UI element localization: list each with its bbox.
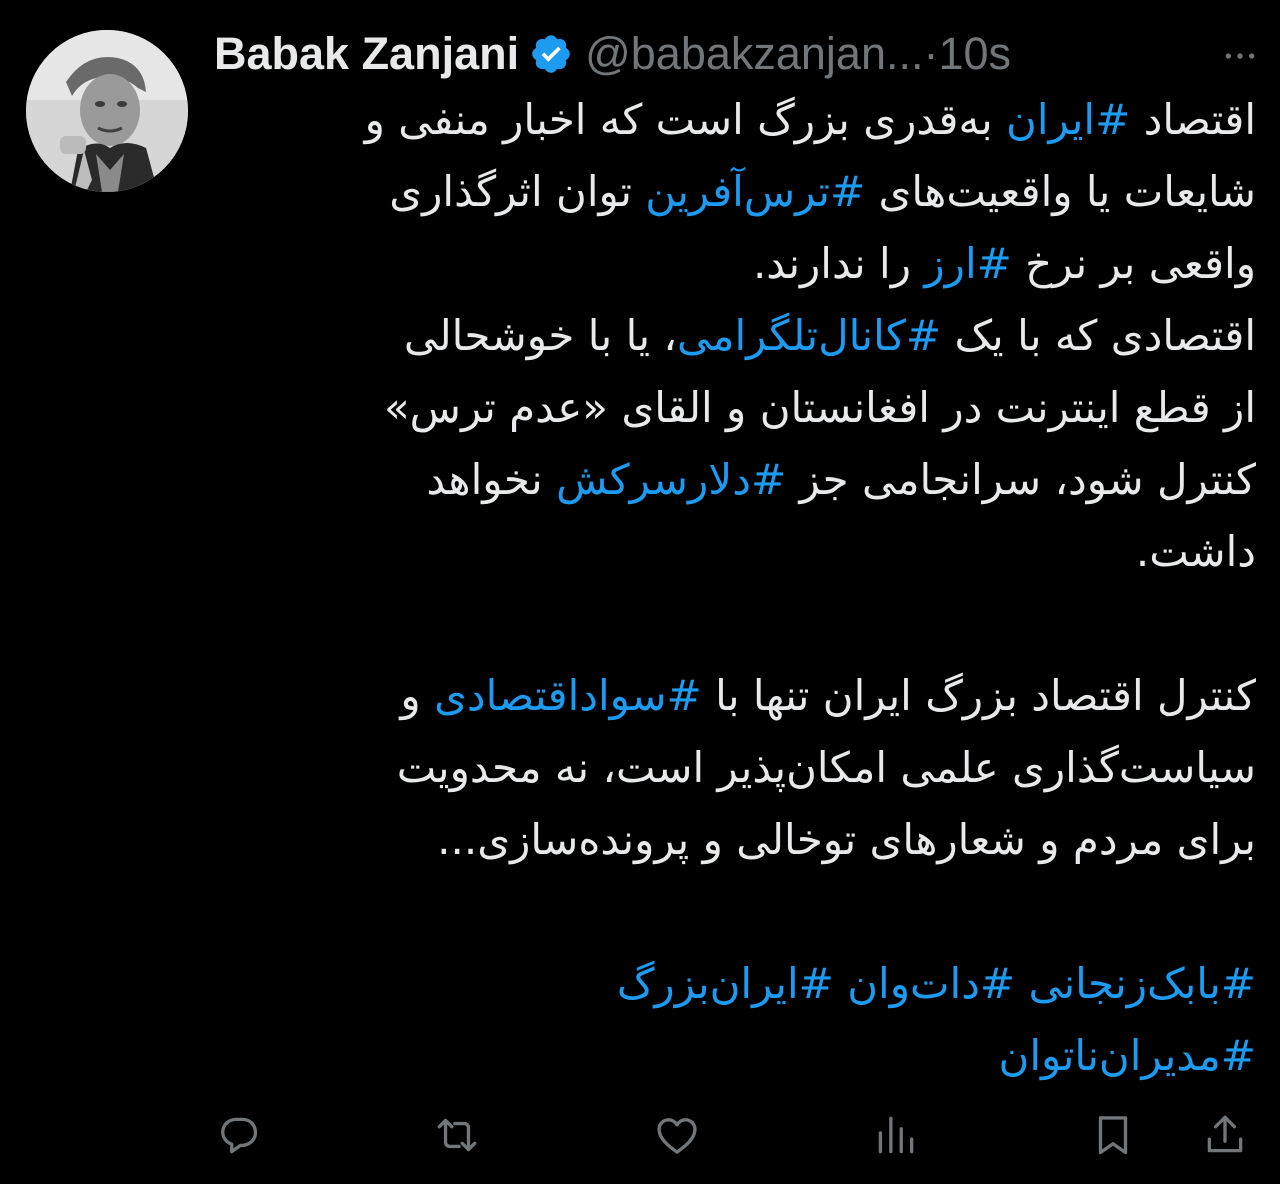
tweet-text: اقتصاد #ایران به‌قدری بزرگ است که اخبار … — [206, 84, 1256, 1092]
retweet-button[interactable] — [432, 1110, 482, 1160]
bookmark-button[interactable] — [1088, 1110, 1138, 1160]
hashtag-link[interactable]: #مدیران‌ناتوان — [999, 1031, 1257, 1080]
hashtag-link[interactable]: #ایران — [1006, 95, 1130, 144]
hashtag-link[interactable]: #ایران‌بزرگ — [617, 959, 834, 1008]
paragraph-break — [206, 588, 1256, 660]
text-run: کنترل اقتصاد بزرگ ایران تنها با — [701, 671, 1256, 720]
tweet-line: اقتصادی که با یک #کانال‌تلگرامی، یا با خ… — [206, 300, 1256, 372]
hashtag-link[interactable]: #ارز — [924, 239, 1011, 288]
meta-separator: · — [923, 28, 939, 79]
share-button[interactable] — [1200, 1110, 1250, 1160]
share-icon — [1207, 1115, 1243, 1153]
tweet-line: از قطع اینترنت در افغانستان و القای «عدم… — [206, 372, 1256, 444]
text-run: به‌قدری بزرگ است که اخبار منفی و — [364, 95, 1007, 144]
heart-icon — [657, 1118, 697, 1154]
hashtag-link[interactable]: #کانال‌تلگرامی — [677, 311, 941, 360]
text-run — [834, 959, 847, 1008]
text-run: شایعات یا واقعیت‌های — [865, 167, 1257, 216]
avatar-photo — [26, 30, 188, 192]
tweet-time[interactable]: 10s — [939, 28, 1012, 80]
tweet-line: کنترل شود، سرانجامی جز #دلارسرکش نخواهد — [206, 444, 1256, 516]
text-run: اقتصادی که با یک — [941, 311, 1256, 360]
hashtag-link[interactable]: #دلارسرکش — [556, 455, 786, 504]
author-name[interactable]: Babak Zanjani — [214, 28, 519, 80]
text-run: توان اثرگذاری — [389, 167, 646, 216]
hashtag-link[interactable]: #دات‌وان — [847, 959, 1015, 1008]
tweet[interactable]: Babak Zanjani @babakzanjan... · 10s اقتص… — [0, 0, 1280, 1184]
text-run: واقعی بر نرخ — [1011, 239, 1256, 288]
hashtag-link[interactable]: #ترس‌آفرین — [645, 167, 865, 216]
verified-badge-icon — [532, 35, 570, 73]
avatar[interactable] — [26, 30, 188, 192]
tweet-line: #بابک‌زنجانی #دات‌وان #ایران‌بزرگ — [206, 948, 1256, 1020]
action-bar — [210, 1110, 1260, 1160]
tweet-line: سیاست‌گذاری علمی امکان‌پذیر است، نه محدو… — [206, 732, 1256, 804]
tweet-line: واقعی بر نرخ #ارز را ندارند. — [206, 228, 1256, 300]
text-run: داشت. — [1135, 527, 1256, 576]
text-run: از قطع اینترنت در افغانستان و القای «عدم… — [383, 383, 1256, 432]
text-run: نخواهد — [426, 455, 557, 504]
text-run — [1015, 959, 1028, 1008]
text-run: را ندارند. — [752, 239, 925, 288]
hashtag-link[interactable]: #بابک‌زنجانی — [1028, 959, 1256, 1008]
text-run: کنترل شود، سرانجامی جز — [786, 455, 1256, 504]
tweet-line: اقتصاد #ایران به‌قدری بزرگ است که اخبار … — [206, 84, 1256, 156]
views-button[interactable] — [870, 1110, 920, 1160]
text-run: ، یا با خوشحالی — [403, 311, 677, 360]
paragraph-break — [206, 876, 1256, 948]
text-run: اقتصاد — [1130, 95, 1256, 144]
retweet-icon — [437, 1118, 477, 1152]
reply-icon — [221, 1117, 258, 1154]
tweet-header: Babak Zanjani @babakzanjan... · 10s — [214, 22, 1260, 86]
like-button[interactable] — [652, 1110, 702, 1160]
text-run: سیاست‌گذاری علمی امکان‌پذیر است، نه محدو… — [396, 743, 1256, 792]
text-run: و — [400, 671, 435, 720]
text-run: برای مردم و شعارهای توخالی و پرونده‌سازی… — [437, 815, 1256, 864]
bookmark-icon — [1098, 1116, 1128, 1155]
more-horizontal-icon[interactable] — [1220, 36, 1260, 76]
author-handle[interactable]: @babakzanjan... — [585, 28, 923, 80]
tweet-line: #مدیران‌ناتوان — [206, 1020, 1257, 1092]
views-bar-chart-icon — [878, 1116, 914, 1154]
tweet-line: شایعات یا واقعیت‌های #ترس‌آفرین توان اثر… — [206, 156, 1256, 228]
tweet-line: برای مردم و شعارهای توخالی و پرونده‌سازی… — [206, 804, 1256, 876]
tweet-line: کنترل اقتصاد بزرگ ایران تنها با #سواداقت… — [206, 660, 1256, 732]
hashtag-link[interactable]: #سواداقتصادی — [434, 671, 702, 720]
reply-button[interactable] — [214, 1110, 264, 1160]
tweet-line: داشت. — [206, 516, 1256, 588]
